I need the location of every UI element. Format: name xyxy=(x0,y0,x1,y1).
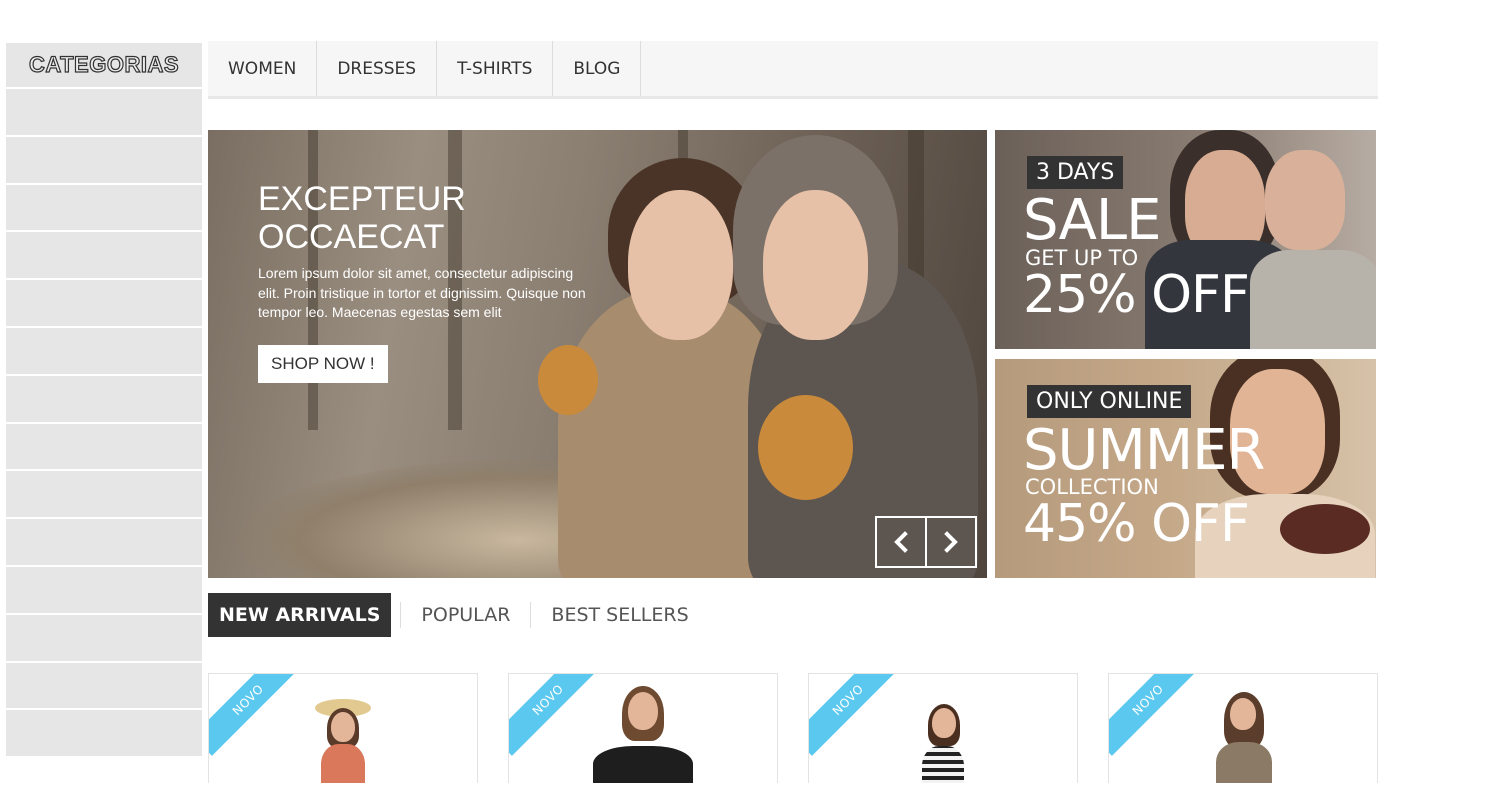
banner-headline: SALE xyxy=(1023,188,1161,253)
product-model-face xyxy=(331,712,355,742)
new-badge: NOVO xyxy=(209,674,304,756)
banner-discount: 25% OFF xyxy=(1023,265,1250,325)
slide-model-face xyxy=(763,190,868,340)
tab-best-sellers[interactable]: BEST SELLERS xyxy=(540,593,699,637)
sidebar-item[interactable] xyxy=(6,89,202,137)
product-tabs: NEW ARRIVALS POPULAR BEST SELLERS xyxy=(208,593,700,637)
product-model-face xyxy=(628,692,658,730)
slide-title: EXCEPTEUR OCCAECAT xyxy=(258,180,578,256)
slider-prev-button[interactable] xyxy=(877,518,925,566)
nav-item-women[interactable]: WOMEN xyxy=(208,41,318,96)
sidebar-item[interactable] xyxy=(6,184,202,233)
sidebar-item[interactable] xyxy=(6,710,202,759)
sidebar-title: CATEGORIAS xyxy=(28,51,180,77)
product-model-outfit xyxy=(321,744,365,783)
banner-model-face xyxy=(1265,150,1345,250)
product-model-face xyxy=(1230,698,1256,730)
product-model-outfit xyxy=(593,746,693,783)
slide-title-line: OCCAECAT xyxy=(258,218,445,256)
sidebar-item[interactable] xyxy=(6,566,202,615)
banner-tag: ONLY ONLINE xyxy=(1027,385,1192,418)
nav-item-tshirts[interactable]: T-SHIRTS xyxy=(437,41,554,96)
slide-description: Lorem ipsum dolor sit amet, consectetur … xyxy=(258,265,586,320)
nav-item-blog[interactable]: BLOG xyxy=(553,41,642,96)
sidebar-item[interactable] xyxy=(6,327,202,376)
tab-popular[interactable]: POPULAR xyxy=(410,593,521,637)
product-image xyxy=(908,704,978,783)
sidebar-item[interactable] xyxy=(6,662,202,711)
slider-controls xyxy=(875,516,977,568)
sidebar-item[interactable] xyxy=(6,375,202,424)
slide-mitten xyxy=(758,395,853,500)
sidebar-header: CATEGORIAS xyxy=(6,43,202,89)
banner-summer[interactable]: ONLY ONLINE SUMMER COLLECTION 45% OFF xyxy=(995,359,1376,578)
product-card[interactable]: NOVO xyxy=(508,673,778,783)
banner-tag: 3 DAYS xyxy=(1027,156,1124,189)
new-badge: NOVO xyxy=(809,674,904,756)
chevron-right-icon xyxy=(944,531,958,553)
slide-title-line: EXCEPTEUR xyxy=(258,180,466,218)
sidebar-item[interactable] xyxy=(6,519,202,567)
product-model-face xyxy=(932,708,956,738)
product-model-outfit xyxy=(1216,742,1272,783)
tab-divider xyxy=(530,602,532,628)
nav-item-dresses[interactable]: DRESSES xyxy=(317,41,438,96)
sidebar-item[interactable] xyxy=(6,232,202,281)
tab-divider xyxy=(400,602,402,628)
product-card[interactable]: NOVO xyxy=(808,673,1078,783)
category-sidebar: CATEGORIAS xyxy=(6,43,202,759)
shop-now-button[interactable]: SHOP NOW ! xyxy=(258,345,388,383)
product-image xyxy=(1198,692,1288,783)
slide-mitten xyxy=(538,345,598,415)
banner-discount: 45% OFF xyxy=(1023,494,1250,554)
sidebar-item[interactable] xyxy=(6,136,202,185)
slide-model-face xyxy=(628,190,733,340)
sidebar-item[interactable] xyxy=(6,614,202,663)
slider-next-button[interactable] xyxy=(925,518,975,566)
sidebar-item[interactable] xyxy=(6,423,202,472)
banner-sale[interactable]: 3 DAYS SALE GET UP TO 25% OFF xyxy=(995,130,1376,349)
banner-model-coat xyxy=(1250,250,1376,349)
sidebar-item[interactable] xyxy=(6,471,202,520)
new-badge: NOVO xyxy=(1109,674,1204,756)
sidebar-item[interactable] xyxy=(6,280,202,328)
banner-sunglasses xyxy=(1280,504,1370,554)
tab-new-arrivals[interactable]: NEW ARRIVALS xyxy=(208,593,392,637)
clipped-header-text xyxy=(248,0,468,4)
product-model-outfit xyxy=(922,746,964,783)
product-card[interactable]: NOVO xyxy=(1108,673,1378,783)
product-image xyxy=(303,694,383,783)
chevron-left-icon xyxy=(894,531,908,553)
product-card[interactable]: NOVO xyxy=(208,673,478,783)
homepage-slider: EXCEPTEUR OCCAECAT Lorem ipsum dolor sit… xyxy=(208,130,987,578)
product-image xyxy=(588,686,698,783)
main-menu: WOMEN DRESSES T-SHIRTS BLOG xyxy=(208,41,1378,99)
banner-headline: SUMMER xyxy=(1023,418,1265,483)
